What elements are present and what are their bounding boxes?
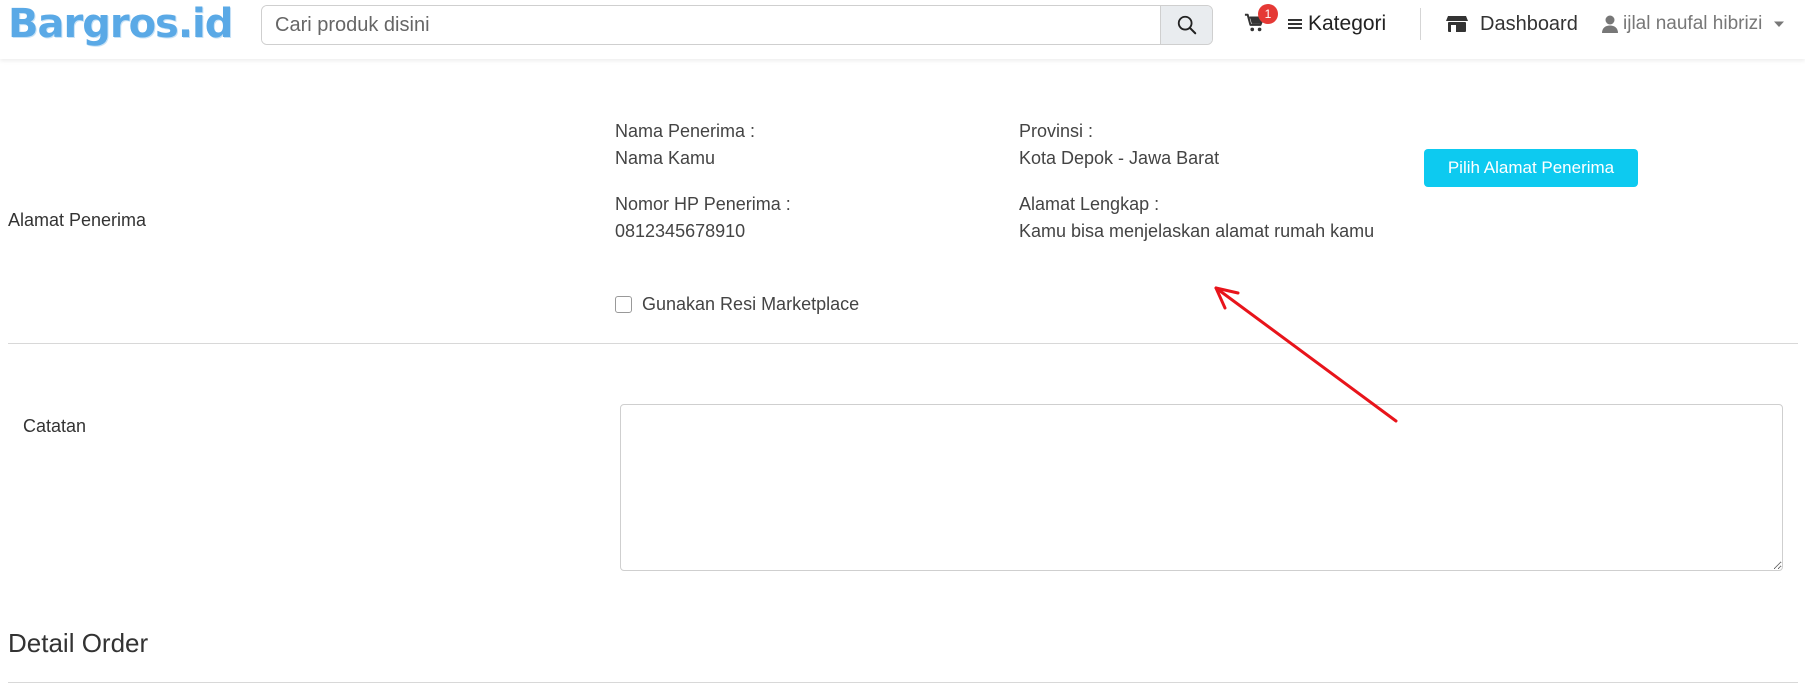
user-menu[interactable]: ijlal naufal hibrizi xyxy=(1602,10,1785,38)
notes-label: Catatan xyxy=(23,416,87,436)
caret-down-icon xyxy=(1774,21,1785,27)
notes-textarea[interactable] xyxy=(620,404,1783,571)
full-address-label: Alamat Lengkap : xyxy=(1019,194,1160,214)
full-address-value: Kamu bisa menjelaskan alamat rumah kamu xyxy=(1019,221,1375,241)
recipient-name-label: Nama Penerima : xyxy=(615,121,756,141)
detail-order-title: Detail Order xyxy=(8,628,149,658)
phone-value: 0812345678910 xyxy=(615,221,746,241)
menu-lines-icon xyxy=(1288,19,1302,29)
dashboard-link[interactable]: Dashboard xyxy=(1446,10,1578,38)
kategori-menu[interactable]: Kategori xyxy=(1288,10,1386,38)
dashboard-label: Dashboard xyxy=(1480,12,1578,35)
province-value: Kota Depok - Jawa Barat xyxy=(1019,148,1220,168)
recipient-name-value: Nama Kamu xyxy=(615,148,716,168)
cart-count-badge: 1 xyxy=(1258,4,1278,24)
marketplace-receipt-option[interactable]: Gunakan Resi Marketplace xyxy=(615,292,859,316)
phone-label: Nomor HP Penerima : xyxy=(615,194,791,214)
marketplace-receipt-checkbox[interactable] xyxy=(615,295,632,313)
search-input[interactable] xyxy=(262,6,1160,44)
choose-address-button[interactable]: Pilih Alamat Penerima xyxy=(1424,149,1638,187)
search-button[interactable] xyxy=(1160,6,1212,44)
section-divider xyxy=(8,343,1798,344)
kategori-label: Kategori xyxy=(1308,12,1387,35)
site-logo[interactable]: Bargros.id xyxy=(8,0,233,48)
order-divider xyxy=(8,682,1798,683)
province-label: Provinsi : xyxy=(1019,121,1094,141)
user-icon xyxy=(1602,15,1618,33)
search-icon xyxy=(1177,15,1196,35)
user-name: ijlal naufal hibrizi xyxy=(1623,13,1763,34)
top-navbar: Bargros.id 1 Kategori xyxy=(0,0,1805,59)
search-bar xyxy=(261,5,1213,45)
nav-divider xyxy=(1420,8,1421,40)
address-section-label: Alamat Penerima xyxy=(8,210,147,230)
store-icon xyxy=(1446,16,1468,32)
marketplace-receipt-label: Gunakan Resi Marketplace xyxy=(642,293,860,314)
